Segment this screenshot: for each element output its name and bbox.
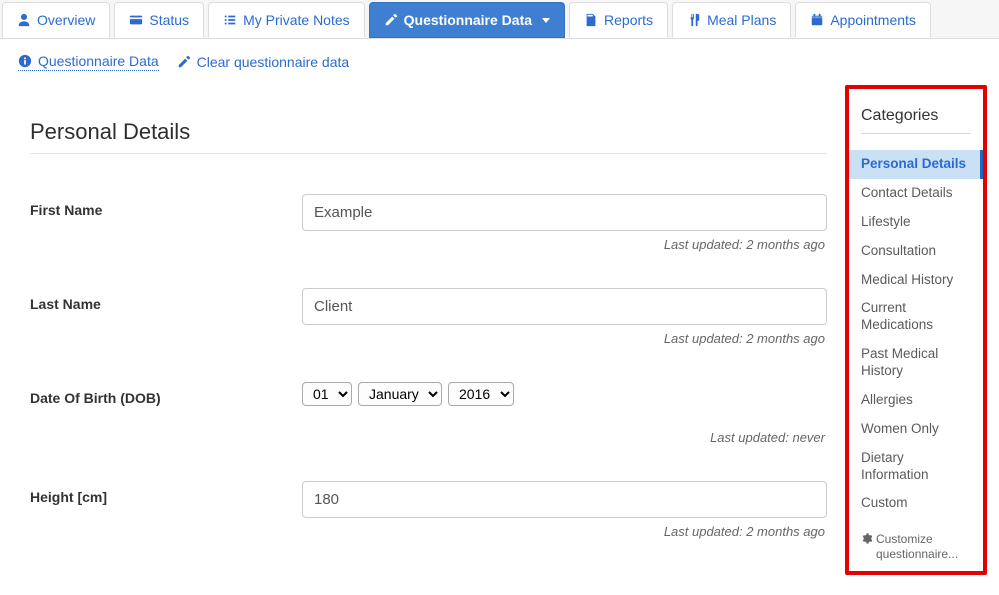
field-first-name: First Name Last updated: 2 months ago <box>30 194 827 270</box>
pencil-icon <box>177 55 191 69</box>
category-personal-details[interactable]: Personal Details <box>849 150 983 179</box>
section-divider <box>30 153 827 154</box>
clear-data-link[interactable]: Clear questionnaire data <box>177 53 350 71</box>
tab-label: Meal Plans <box>707 12 776 28</box>
category-allergies[interactable]: Allergies <box>849 386 983 415</box>
sublink-label: Questionnaire Data <box>38 53 159 69</box>
categories-list: Personal Details Contact Details Lifesty… <box>849 150 983 518</box>
category-medical-history[interactable]: Medical History <box>849 266 983 295</box>
chevron-down-icon <box>542 18 550 23</box>
tab-overview[interactable]: Overview <box>2 2 110 38</box>
tab-reports[interactable]: Reports <box>569 2 668 38</box>
main-content: Personal Details First Name Last updated… <box>12 85 839 575</box>
updated-first-name: Last updated: 2 months ago <box>302 237 825 252</box>
category-consultation[interactable]: Consultation <box>849 237 983 266</box>
utensils-icon <box>687 13 701 27</box>
category-women-only[interactable]: Women Only <box>849 415 983 444</box>
field-last-name: Last Name Last updated: 2 months ago <box>30 288 827 364</box>
last-name-input[interactable] <box>302 288 827 325</box>
label-first-name: First Name <box>30 194 302 218</box>
tab-label: My Private Notes <box>243 12 350 28</box>
tab-label: Questionnaire Data <box>404 12 532 28</box>
calendar-icon <box>810 13 824 27</box>
edit-icon <box>384 13 398 27</box>
dob-day-select[interactable]: 01 <box>302 382 352 406</box>
list-icon <box>223 13 237 27</box>
category-custom[interactable]: Custom <box>849 489 983 518</box>
updated-dob: Last updated: never <box>302 430 825 445</box>
tab-label: Reports <box>604 12 653 28</box>
dob-month-select[interactable]: January <box>358 382 442 406</box>
field-height: Height [cm] Last updated: 2 months ago <box>30 481 827 557</box>
field-dob: Date Of Birth (DOB) 01 January 2016 Last… <box>30 382 827 463</box>
updated-last-name: Last updated: 2 months ago <box>302 331 825 346</box>
file-icon <box>584 13 598 27</box>
tab-bar: Overview Status My Private Notes Questio… <box>0 0 999 39</box>
category-lifestyle[interactable]: Lifestyle <box>849 208 983 237</box>
label-height: Height [cm] <box>30 481 302 505</box>
customize-label: Customize questionnaire... <box>876 532 971 561</box>
sub-bar: Questionnaire Data Clear questionnaire d… <box>0 39 999 79</box>
category-dietary-information[interactable]: Dietary Information <box>849 444 983 490</box>
tab-status[interactable]: Status <box>114 2 204 38</box>
label-last-name: Last Name <box>30 288 302 312</box>
updated-height: Last updated: 2 months ago <box>302 524 825 539</box>
dob-year-select[interactable]: 2016 <box>448 382 514 406</box>
tab-appointments[interactable]: Appointments <box>795 2 931 38</box>
tab-notes[interactable]: My Private Notes <box>208 2 365 38</box>
gear-icon <box>861 533 872 544</box>
customize-questionnaire-link[interactable]: Customize questionnaire... <box>861 532 971 561</box>
category-contact-details[interactable]: Contact Details <box>849 179 983 208</box>
label-dob: Date Of Birth (DOB) <box>30 382 302 406</box>
tab-questionnaire[interactable]: Questionnaire Data <box>369 2 565 38</box>
tab-meals[interactable]: Meal Plans <box>672 2 791 38</box>
category-past-medical-history[interactable]: Past Medical History <box>849 340 983 386</box>
tab-label: Appointments <box>830 12 916 28</box>
info-icon <box>18 54 32 68</box>
categories-title: Categories <box>861 107 971 134</box>
card-icon <box>129 13 143 27</box>
tab-label: Overview <box>37 12 95 28</box>
height-input[interactable] <box>302 481 827 518</box>
questionnaire-data-link[interactable]: Questionnaire Data <box>18 53 159 71</box>
category-current-medications[interactable]: Current Medications <box>849 294 983 340</box>
first-name-input[interactable] <box>302 194 827 231</box>
tab-label: Status <box>149 12 189 28</box>
sublink-label: Clear questionnaire data <box>197 54 350 70</box>
section-title: Personal Details <box>30 119 827 145</box>
user-icon <box>17 13 31 27</box>
categories-panel: Categories Personal Details Contact Deta… <box>845 85 987 575</box>
page-body: Personal Details First Name Last updated… <box>0 79 999 595</box>
